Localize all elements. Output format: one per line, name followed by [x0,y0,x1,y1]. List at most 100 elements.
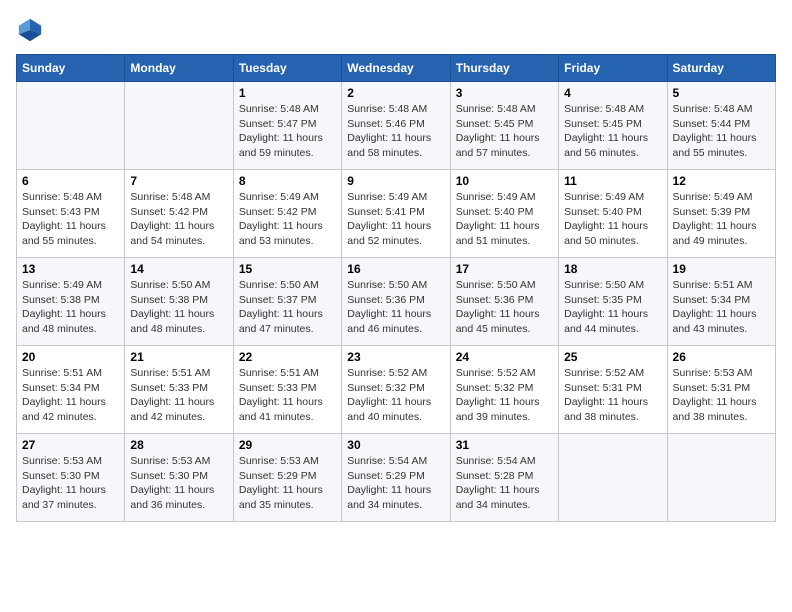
day-number: 21 [130,350,227,364]
cell-content: Sunrise: 5:48 AMSunset: 5:46 PMDaylight:… [347,102,444,161]
day-number: 13 [22,262,119,276]
cell-content: Sunrise: 5:50 AMSunset: 5:38 PMDaylight:… [130,278,227,337]
calendar-cell: 17 Sunrise: 5:50 AMSunset: 5:36 PMDayligh… [450,258,558,346]
day-number: 6 [22,174,119,188]
day-number: 30 [347,438,444,452]
calendar-week-1: 1 Sunrise: 5:48 AMSunset: 5:47 PMDaylight… [17,82,776,170]
calendar-cell: 4 Sunrise: 5:48 AMSunset: 5:45 PMDaylight… [559,82,667,170]
day-number: 11 [564,174,661,188]
logo [16,16,48,44]
weekday-header-wednesday: Wednesday [342,55,450,82]
weekday-header-sunday: Sunday [17,55,125,82]
cell-content: Sunrise: 5:51 AMSunset: 5:34 PMDaylight:… [673,278,770,337]
calendar-cell: 5 Sunrise: 5:48 AMSunset: 5:44 PMDaylight… [667,82,775,170]
weekday-header-tuesday: Tuesday [233,55,341,82]
calendar-cell: 29Sunrise: 5:53 AMSunset: 5:29 PMDayligh… [233,434,341,522]
day-number: 26 [673,350,770,364]
cell-content: Sunrise: 5:54 AMSunset: 5:28 PMDaylight:… [456,454,553,513]
calendar-cell: 20Sunrise: 5:51 AMSunset: 5:34 PMDayligh… [17,346,125,434]
calendar-cell: 22 Sunrise: 5:51 AMSunset: 5:33 PMDayligh… [233,346,341,434]
calendar-cell [559,434,667,522]
day-number: 17 [456,262,553,276]
day-number: 9 [347,174,444,188]
cell-content: Sunrise: 5:48 AMSunset: 5:45 PMDaylight:… [564,102,661,161]
calendar-cell: 18 Sunrise: 5:50 AMSunset: 5:35 PMDayligh… [559,258,667,346]
weekday-header-thursday: Thursday [450,55,558,82]
weekday-header-monday: Monday [125,55,233,82]
day-number: 3 [456,86,553,100]
day-number: 1 [239,86,336,100]
calendar-week-4: 20Sunrise: 5:51 AMSunset: 5:34 PMDayligh… [17,346,776,434]
calendar-cell: 3 Sunrise: 5:48 AMSunset: 5:45 PMDaylight… [450,82,558,170]
calendar-week-3: 13 Sunrise: 5:49 AMSunset: 5:38 PMDayligh… [17,258,776,346]
cell-content: Sunrise: 5:49 AMSunset: 5:42 PMDaylight:… [239,190,336,249]
cell-content: Sunrise: 5:53 AMSunset: 5:29 PMDaylight:… [239,454,336,513]
calendar-cell: 11 Sunrise: 5:49 AMSunset: 5:40 PMDayligh… [559,170,667,258]
cell-content: Sunrise: 5:51 AMSunset: 5:33 PMDaylight:… [239,366,336,425]
day-number: 8 [239,174,336,188]
cell-content: Sunrise: 5:48 AMSunset: 5:47 PMDaylight:… [239,102,336,161]
cell-content: Sunrise: 5:52 AMSunset: 5:31 PMDaylight:… [564,366,661,425]
calendar-cell: 9 Sunrise: 5:49 AMSunset: 5:41 PMDaylight… [342,170,450,258]
cell-content: Sunrise: 5:49 AMSunset: 5:40 PMDaylight:… [564,190,661,249]
day-number: 10 [456,174,553,188]
day-number: 19 [673,262,770,276]
calendar-week-5: 27 Sunrise: 5:53 AMSunset: 5:30 PMDayligh… [17,434,776,522]
day-number: 5 [673,86,770,100]
calendar-cell [667,434,775,522]
cell-content: Sunrise: 5:48 AMSunset: 5:45 PMDaylight:… [456,102,553,161]
cell-content: Sunrise: 5:50 AMSunset: 5:36 PMDaylight:… [456,278,553,337]
cell-content: Sunrise: 5:52 AMSunset: 5:32 PMDaylight:… [347,366,444,425]
cell-content: Sunrise: 5:50 AMSunset: 5:36 PMDaylight:… [347,278,444,337]
cell-content: Sunrise: 5:53 AMSunset: 5:30 PMDaylight:… [130,454,227,513]
calendar-cell: 23Sunrise: 5:52 AMSunset: 5:32 PMDayligh… [342,346,450,434]
calendar-cell: 24 Sunrise: 5:52 AMSunset: 5:32 PMDayligh… [450,346,558,434]
cell-content: Sunrise: 5:51 AMSunset: 5:34 PMDaylight:… [22,366,119,425]
cell-content: Sunrise: 5:51 AMSunset: 5:33 PMDaylight:… [130,366,227,425]
weekday-header-friday: Friday [559,55,667,82]
day-number: 16 [347,262,444,276]
calendar-cell: 21 Sunrise: 5:51 AMSunset: 5:33 PMDayligh… [125,346,233,434]
cell-content: Sunrise: 5:49 AMSunset: 5:41 PMDaylight:… [347,190,444,249]
cell-content: Sunrise: 5:52 AMSunset: 5:32 PMDaylight:… [456,366,553,425]
day-number: 7 [130,174,227,188]
calendar-cell: 28 Sunrise: 5:53 AMSunset: 5:30 PMDayligh… [125,434,233,522]
calendar-cell: 15 Sunrise: 5:50 AMSunset: 5:37 PMDayligh… [233,258,341,346]
cell-content: Sunrise: 5:54 AMSunset: 5:29 PMDaylight:… [347,454,444,513]
day-number: 12 [673,174,770,188]
calendar-table: SundayMondayTuesdayWednesdayThursdayFrid… [16,54,776,522]
page-header [16,16,776,44]
calendar-cell: 14 Sunrise: 5:50 AMSunset: 5:38 PMDayligh… [125,258,233,346]
cell-content: Sunrise: 5:49 AMSunset: 5:38 PMDaylight:… [22,278,119,337]
cell-content: Sunrise: 5:50 AMSunset: 5:37 PMDaylight:… [239,278,336,337]
calendar-cell [17,82,125,170]
calendar-cell: 12Sunrise: 5:49 AMSunset: 5:39 PMDayligh… [667,170,775,258]
calendar-cell: 2Sunrise: 5:48 AMSunset: 5:46 PMDaylight… [342,82,450,170]
cell-content: Sunrise: 5:48 AMSunset: 5:43 PMDaylight:… [22,190,119,249]
calendar-cell: 26 Sunrise: 5:53 AMSunset: 5:31 PMDayligh… [667,346,775,434]
cell-content: Sunrise: 5:50 AMSunset: 5:35 PMDaylight:… [564,278,661,337]
day-number: 18 [564,262,661,276]
day-number: 24 [456,350,553,364]
cell-content: Sunrise: 5:53 AMSunset: 5:31 PMDaylight:… [673,366,770,425]
calendar-cell: 19 Sunrise: 5:51 AMSunset: 5:34 PMDayligh… [667,258,775,346]
day-number: 27 [22,438,119,452]
calendar-week-2: 6 Sunrise: 5:48 AMSunset: 5:43 PMDaylight… [17,170,776,258]
weekday-header-saturday: Saturday [667,55,775,82]
calendar-cell: 30 Sunrise: 5:54 AMSunset: 5:29 PMDayligh… [342,434,450,522]
calendar-cell: 16 Sunrise: 5:50 AMSunset: 5:36 PMDayligh… [342,258,450,346]
day-number: 28 [130,438,227,452]
cell-content: Sunrise: 5:53 AMSunset: 5:30 PMDaylight:… [22,454,119,513]
cell-content: Sunrise: 5:48 AMSunset: 5:44 PMDaylight:… [673,102,770,161]
day-number: 25 [564,350,661,364]
calendar-cell: 10Sunrise: 5:49 AMSunset: 5:40 PMDayligh… [450,170,558,258]
day-number: 31 [456,438,553,452]
calendar-cell: 13 Sunrise: 5:49 AMSunset: 5:38 PMDayligh… [17,258,125,346]
day-number: 15 [239,262,336,276]
calendar-cell: 8 Sunrise: 5:49 AMSunset: 5:42 PMDaylight… [233,170,341,258]
calendar-cell: 31 Sunrise: 5:54 AMSunset: 5:28 PMDayligh… [450,434,558,522]
day-number: 4 [564,86,661,100]
day-number: 22 [239,350,336,364]
weekday-header-row: SundayMondayTuesdayWednesdayThursdayFrid… [17,55,776,82]
day-number: 14 [130,262,227,276]
